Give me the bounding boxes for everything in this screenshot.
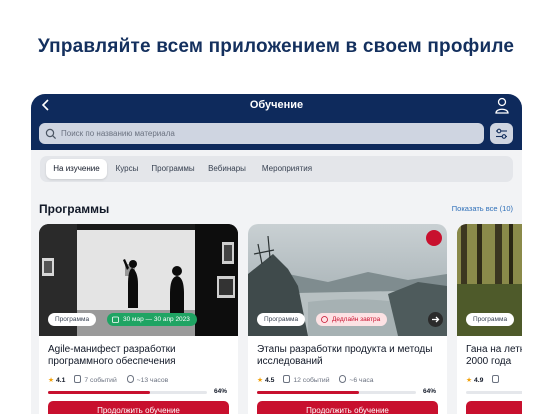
tab-bar: На изучение Курсы Программы Вебинары Мер… <box>40 156 513 182</box>
events-icon <box>74 375 82 383</box>
app-bar: Обучение <box>31 94 522 150</box>
clock-icon <box>321 316 328 323</box>
card-meta: ★ 4.9 <box>466 375 502 385</box>
rating-value: 4.5 <box>264 377 275 384</box>
search-input[interactable] <box>61 123 461 144</box>
progress-bar <box>257 391 416 394</box>
card-meta: ★ 4.1 7 событий ~13 часов <box>48 375 168 385</box>
brand-logo <box>426 230 442 246</box>
deadline-badge-label: Дедлайн завтра <box>332 316 381 323</box>
progress-bar <box>48 391 207 394</box>
type-badge: Программа <box>48 313 97 326</box>
continue-learning-button[interactable]: Продолжить обучение <box>257 401 438 414</box>
star-icon: ★ <box>257 377 264 384</box>
search-bar <box>39 123 484 144</box>
card-title: Agile-манифест разработки программного о… <box>48 344 176 367</box>
duration: ~6 часа <box>349 377 374 384</box>
open-arrow-button[interactable] <box>428 312 443 327</box>
continue-learning-button[interactable]: Продолжить обучение <box>48 401 229 414</box>
tab-events[interactable]: Мероприятия <box>257 159 317 179</box>
calendar-icon <box>112 316 119 323</box>
date-badge-label: 30 мар — 30 апр 2023 <box>123 316 190 323</box>
progress-fill <box>257 391 359 394</box>
type-badge: Программа <box>466 313 515 326</box>
type-badge: Программа <box>257 313 306 326</box>
promo-headline: Управляйте всем приложением в своем проф… <box>37 36 515 57</box>
filter-icon <box>496 128 507 139</box>
progress-fill <box>48 391 150 394</box>
show-all-link[interactable]: Показать все (10) <box>452 204 513 213</box>
rating-value: 4.1 <box>55 377 66 384</box>
app-screen: Обучение На изучение Курсы Программы Веб… <box>31 94 522 414</box>
date-badge: 30 мар — 30 апр 2023 <box>107 313 197 326</box>
tab-in-progress[interactable]: На изучение <box>46 159 107 179</box>
continue-learning-button[interactable] <box>466 401 522 414</box>
events-count: 7 событий <box>84 377 117 384</box>
tab-webinars[interactable]: Вебинары <box>204 159 250 179</box>
app-title: Обучение <box>249 99 304 111</box>
card-title: Этапы разработки продукта и методы иссле… <box>257 344 433 367</box>
arrow-right-icon <box>432 316 440 323</box>
search-icon <box>45 127 57 140</box>
deadline-badge: Дедлайн завтра <box>316 313 388 326</box>
rating-value: 4.9 <box>473 377 484 384</box>
card-meta: ★ 4.5 12 событий ~6 часа <box>257 375 374 385</box>
events-icon <box>492 375 500 383</box>
program-card[interactable]: Программа 30 мар — 30 апр 2023 Agile-ман… <box>39 224 238 414</box>
star-icon: ★ <box>48 377 55 384</box>
progress-label: 64% <box>423 388 437 395</box>
card-title: Гана на летн 2000 года <box>466 344 522 367</box>
progress-label: 64% <box>214 388 228 395</box>
clock-icon <box>339 375 347 383</box>
star-icon: ★ <box>466 377 473 384</box>
events-icon <box>283 375 291 383</box>
program-card[interactable]: Программа Гана на летн 2000 года ★ 4.9 <box>457 224 522 414</box>
tab-programs[interactable]: Программы <box>148 159 198 179</box>
clock-icon <box>126 375 134 383</box>
events-count: 12 событий <box>293 377 330 384</box>
filter-button[interactable] <box>490 123 513 144</box>
tab-courses[interactable]: Курсы <box>112 159 142 179</box>
progress-bar <box>466 391 522 394</box>
profile-icon[interactable] <box>494 97 510 115</box>
duration: ~13 часов <box>136 377 169 384</box>
section-title: Программы <box>39 202 110 216</box>
program-card[interactable]: Программа Дедлайн завтра Этапы разработк… <box>248 224 447 414</box>
